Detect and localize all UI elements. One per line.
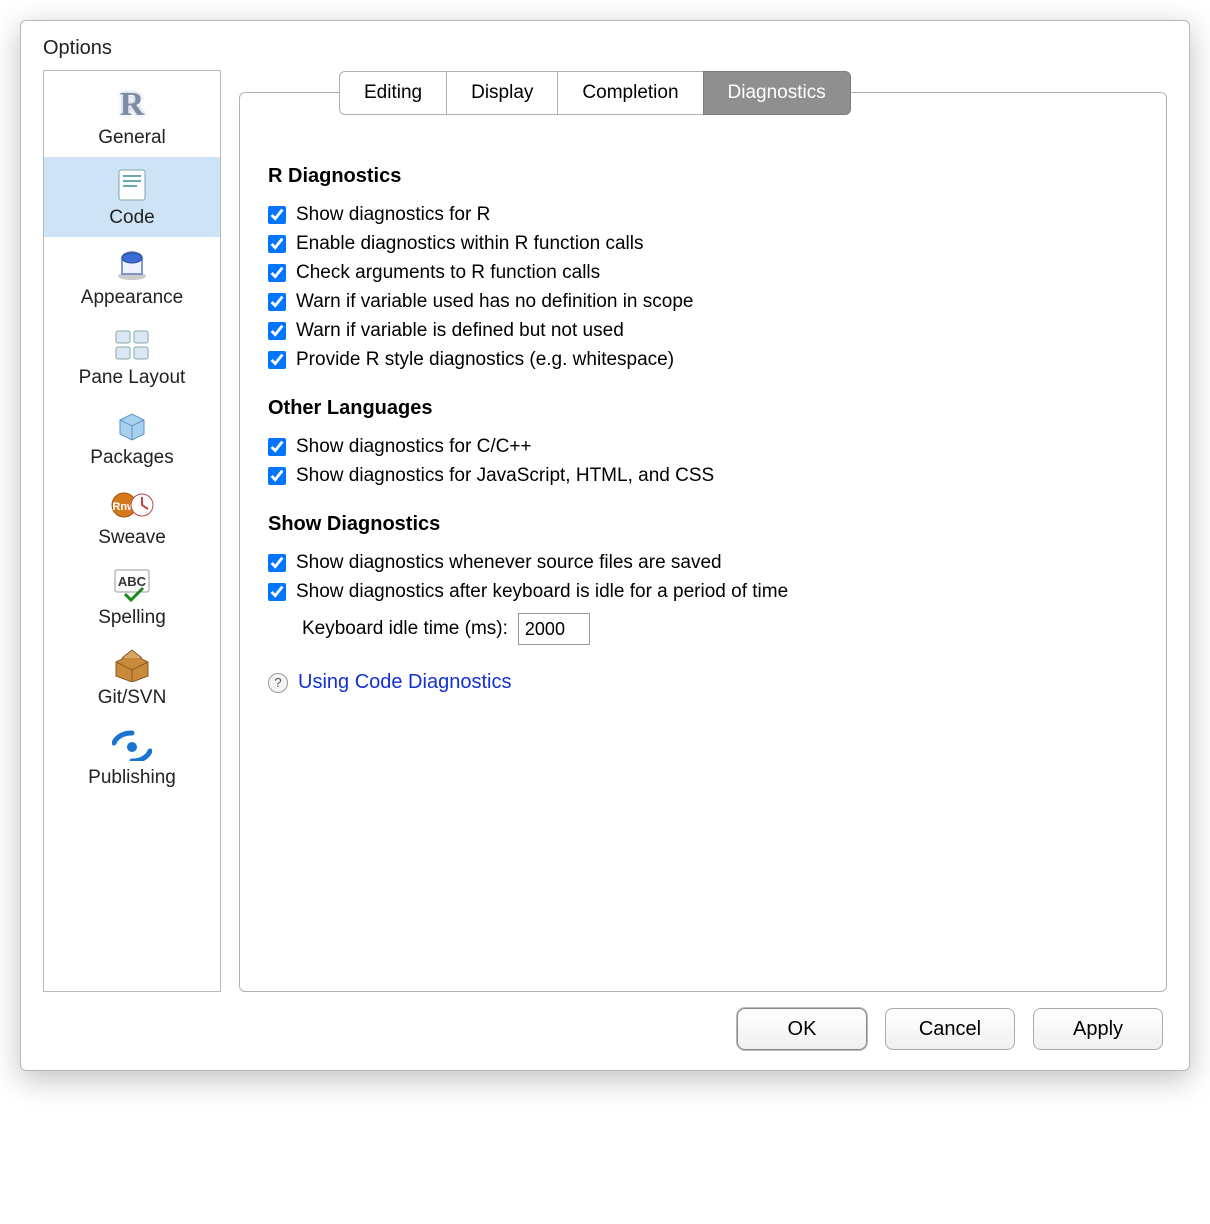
main-panel: Editing Display Completion Diagnostics R… bbox=[239, 70, 1167, 992]
tab-panel-diagnostics: R Diagnostics Show diagnostics for R Ena… bbox=[239, 92, 1167, 992]
tab-diagnostics[interactable]: Diagnostics bbox=[703, 71, 851, 115]
opt-show-diagnostics-r[interactable]: Show diagnostics for R bbox=[268, 204, 1138, 226]
tab-display[interactable]: Display bbox=[446, 71, 558, 115]
checkbox-label: Check arguments to R function calls bbox=[296, 262, 600, 284]
checkbox-label: Show diagnostics for R bbox=[296, 204, 490, 226]
sidebar-item-sweave[interactable]: Rnw Sweave bbox=[44, 477, 220, 557]
checkbox[interactable] bbox=[268, 467, 286, 485]
dialog-title: Options bbox=[21, 21, 1189, 70]
tab-bar: Editing Display Completion Diagnostics bbox=[339, 70, 1167, 114]
sidebar-item-spelling[interactable]: ABC Spelling bbox=[44, 557, 220, 637]
sidebar-item-general[interactable]: R General bbox=[44, 77, 220, 157]
idle-time-input[interactable] bbox=[518, 613, 590, 645]
sidebar-item-publishing[interactable]: Publishing bbox=[44, 717, 220, 797]
sidebar-item-label: Git/SVN bbox=[98, 687, 167, 709]
checkbox[interactable] bbox=[268, 583, 286, 601]
opt-diagnostics-cpp[interactable]: Show diagnostics for C/C++ bbox=[268, 436, 1138, 458]
sidebar-item-label: Appearance bbox=[81, 287, 183, 309]
cancel-button[interactable]: Cancel bbox=[885, 1008, 1015, 1050]
sidebar-item-appearance[interactable]: Appearance bbox=[44, 237, 220, 317]
checkbox-label: Show diagnostics for C/C++ bbox=[296, 436, 532, 458]
sweave-icon: Rnw bbox=[109, 485, 155, 525]
checkbox-label: Show diagnostics after keyboard is idle … bbox=[296, 581, 788, 603]
checkbox[interactable] bbox=[268, 438, 286, 456]
r-logo-icon: R bbox=[109, 85, 155, 125]
checkbox[interactable] bbox=[268, 206, 286, 224]
opt-diagnostics-web[interactable]: Show diagnostics for JavaScript, HTML, a… bbox=[268, 465, 1138, 487]
paint-bucket-icon bbox=[109, 245, 155, 285]
checkbox-label: Show diagnostics for JavaScript, HTML, a… bbox=[296, 465, 714, 487]
checkbox[interactable] bbox=[268, 351, 286, 369]
opt-diagnostics-within-calls[interactable]: Enable diagnostics within R function cal… bbox=[268, 233, 1138, 255]
checkbox-label: Show diagnostics whenever source files a… bbox=[296, 552, 722, 574]
sidebar-item-pane-layout[interactable]: Pane Layout bbox=[44, 317, 220, 397]
section-title-show-diagnostics: Show Diagnostics bbox=[268, 513, 1138, 536]
opt-warn-no-definition[interactable]: Warn if variable used has no definition … bbox=[268, 291, 1138, 313]
sidebar-item-code[interactable]: Code bbox=[44, 157, 220, 237]
package-box-icon bbox=[109, 405, 155, 445]
tab-completion[interactable]: Completion bbox=[557, 71, 703, 115]
opt-diagnostics-on-idle[interactable]: Show diagnostics after keyboard is idle … bbox=[268, 581, 1138, 603]
sidebar-item-label: Publishing bbox=[88, 767, 176, 789]
checkbox[interactable] bbox=[268, 554, 286, 572]
panes-icon bbox=[109, 325, 155, 365]
help-icon[interactable]: ? bbox=[268, 673, 288, 693]
ok-button[interactable]: OK bbox=[737, 1008, 867, 1050]
svg-text:ABC: ABC bbox=[118, 574, 147, 589]
section-title-r-diagnostics: R Diagnostics bbox=[268, 165, 1138, 188]
tab-editing[interactable]: Editing bbox=[339, 71, 447, 115]
checkbox-label: Warn if variable used has no definition … bbox=[296, 291, 693, 313]
sidebar-item-packages[interactable]: Packages bbox=[44, 397, 220, 477]
opt-warn-unused[interactable]: Warn if variable is defined but not used bbox=[268, 320, 1138, 342]
help-link-code-diagnostics[interactable]: Using Code Diagnostics bbox=[298, 671, 511, 694]
sidebar-item-label: Packages bbox=[90, 447, 173, 469]
document-icon bbox=[109, 165, 155, 205]
sidebar-item-git-svn[interactable]: Git/SVN bbox=[44, 637, 220, 717]
sidebar-item-label: Pane Layout bbox=[79, 367, 186, 389]
apply-button[interactable]: Apply bbox=[1033, 1008, 1163, 1050]
checkbox[interactable] bbox=[268, 293, 286, 311]
sidebar-item-label: Code bbox=[109, 207, 154, 229]
publish-icon bbox=[109, 725, 155, 765]
checkbox[interactable] bbox=[268, 235, 286, 253]
category-sidebar: R General Code Appearance Pane Layou bbox=[43, 70, 221, 992]
sidebar-item-label: Sweave bbox=[98, 527, 166, 549]
idle-time-label: Keyboard idle time (ms): bbox=[302, 618, 508, 640]
dialog-button-row: OK Cancel Apply bbox=[21, 992, 1189, 1056]
checkbox-label: Provide R style diagnostics (e.g. whites… bbox=[296, 349, 674, 371]
help-row: ? Using Code Diagnostics bbox=[268, 671, 1138, 694]
sidebar-item-label: Spelling bbox=[98, 607, 166, 629]
section-title-other-languages: Other Languages bbox=[268, 397, 1138, 420]
options-dialog: Options R General Code Appearance bbox=[20, 20, 1190, 1071]
checkbox[interactable] bbox=[268, 264, 286, 282]
checkbox-label: Enable diagnostics within R function cal… bbox=[296, 233, 643, 255]
spellcheck-icon: ABC bbox=[109, 565, 155, 605]
sidebar-item-label: General bbox=[98, 127, 166, 149]
dialog-content: R General Code Appearance Pane Layou bbox=[21, 70, 1189, 992]
opt-style-diagnostics[interactable]: Provide R style diagnostics (e.g. whites… bbox=[268, 349, 1138, 371]
checkbox-label: Warn if variable is defined but not used bbox=[296, 320, 624, 342]
opt-diagnostics-on-save[interactable]: Show diagnostics whenever source files a… bbox=[268, 552, 1138, 574]
idle-time-row: Keyboard idle time (ms): bbox=[302, 613, 1138, 645]
cardboard-box-icon bbox=[109, 645, 155, 685]
checkbox[interactable] bbox=[268, 322, 286, 340]
opt-check-arguments[interactable]: Check arguments to R function calls bbox=[268, 262, 1138, 284]
